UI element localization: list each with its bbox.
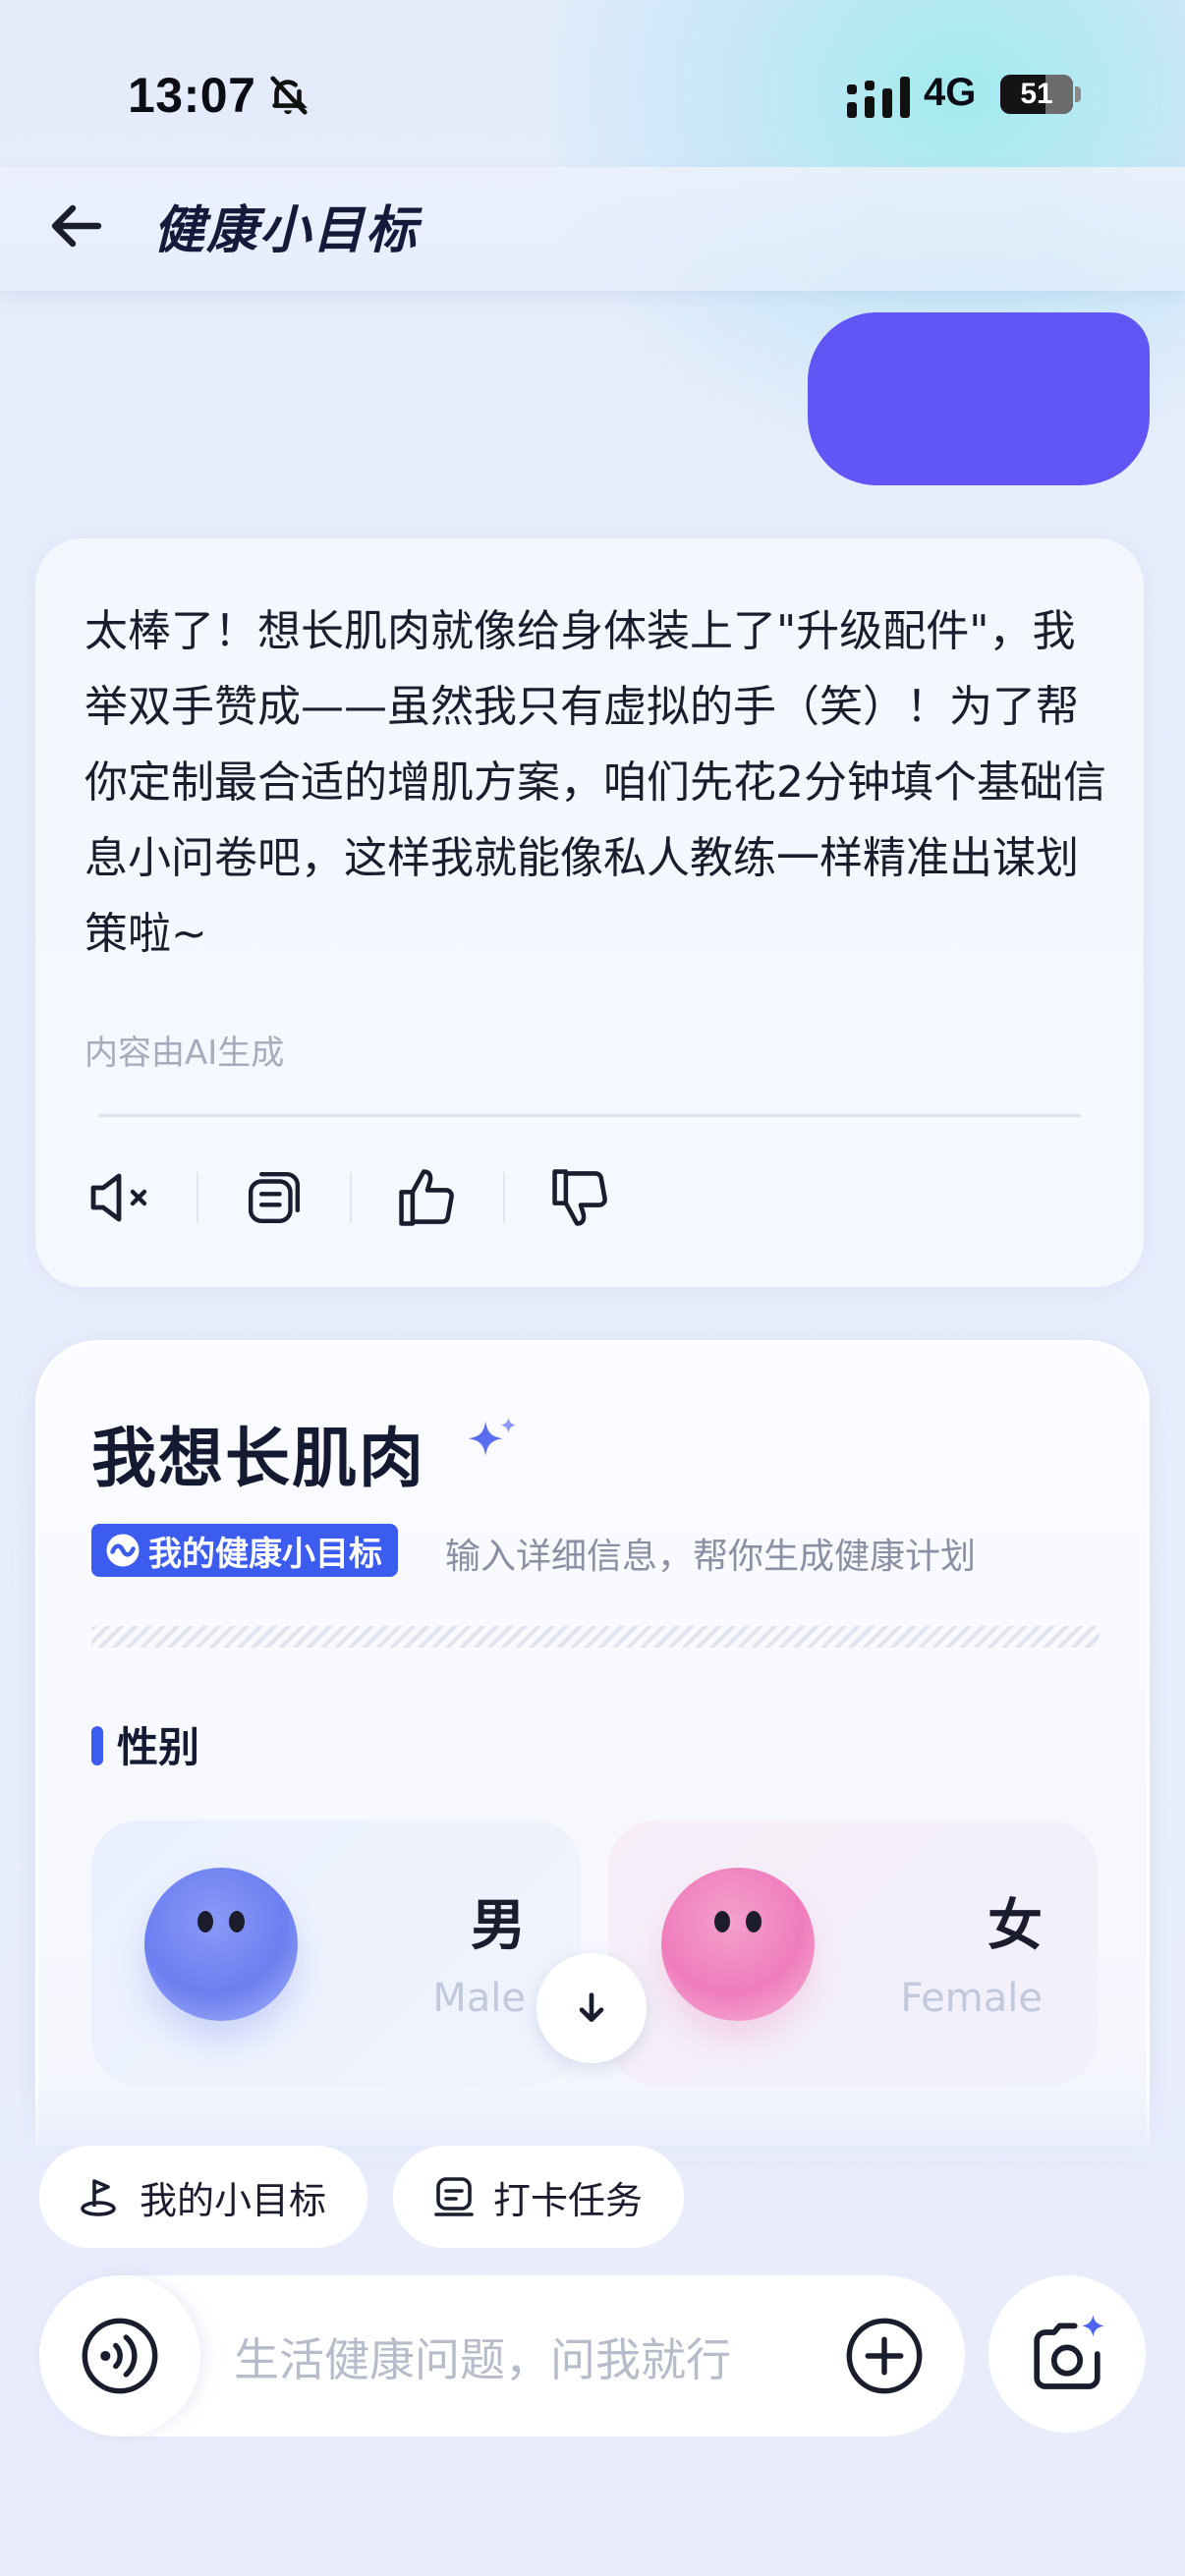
copy-button[interactable] — [238, 1161, 310, 1234]
sparkle-icon — [468, 1417, 517, 1456]
dislike-button[interactable] — [544, 1161, 617, 1234]
ai-generated-note: 内容由AI生成 — [85, 1034, 285, 1073]
gender-label-cn: 女 — [988, 1894, 1043, 1958]
section-label-gender: 性别 — [117, 1723, 200, 1771]
separator — [197, 1172, 198, 1223]
mute-button[interactable] — [85, 1161, 157, 1234]
female-avatar — [661, 1868, 815, 2021]
app-logo-icon — [106, 1534, 140, 1567]
back-arrow-icon[interactable] — [45, 195, 108, 257]
separator — [503, 1172, 505, 1223]
chat-input-bar: 生活健康问题，问我就行 — [39, 2275, 965, 2436]
chip-my-goals[interactable]: 我的小目标 — [39, 2146, 368, 2248]
ai-message-card: 太棒了！想长肌肉就像给身体装上了"升级配件"，我举双手赞成——虽然我只有虚拟的手… — [35, 538, 1144, 1287]
task-list-icon — [434, 2177, 474, 2216]
signal-icon — [847, 77, 910, 118]
page-title: 健康小目标 — [153, 201, 420, 260]
quick-chips: 我的小目标 打卡任务 — [39, 2146, 685, 2248]
user-message-bubble — [808, 312, 1150, 485]
section-marker — [91, 1726, 103, 1765]
camera-icon — [1034, 2315, 1104, 2389]
gender-option-male[interactable]: 男 Male — [91, 1820, 581, 2086]
bell-muted-icon — [270, 76, 308, 115]
form-subtitle: 输入详细信息，帮你生成健康计划 — [445, 1537, 977, 1577]
like-button[interactable] — [391, 1161, 464, 1234]
divider — [98, 1114, 1081, 1117]
chat-input-field[interactable]: 生活健康问题，问我就行 — [234, 2324, 731, 2389]
gender-label-en: Male — [432, 1976, 526, 2021]
voice-icon — [82, 2318, 158, 2394]
target-flag-icon — [81, 2179, 116, 2216]
status-time: 13:07 — [128, 68, 256, 123]
network-type: 4G — [924, 71, 977, 114]
voice-input-button[interactable] — [39, 2275, 200, 2436]
thumbs-down-icon — [552, 1169, 607, 1226]
arrow-down-icon — [579, 1992, 604, 2022]
form-title: 我想长肌肉 — [91, 1421, 425, 1496]
chip-label: 打卡任务 — [493, 2178, 644, 2222]
goal-tag-badge: 我的健康小目标 — [91, 1524, 398, 1577]
scroll-down-button[interactable] — [536, 1953, 647, 2063]
add-icon[interactable] — [843, 2315, 926, 2397]
goal-tag-label: 我的健康小目标 — [148, 1534, 382, 1574]
copy-icon — [248, 1171, 301, 1224]
camera-button[interactable] — [988, 2275, 1146, 2433]
chip-label: 我的小目标 — [140, 2178, 327, 2222]
thumbs-up-icon — [399, 1169, 454, 1226]
battery-icon: 51 — [1000, 75, 1073, 114]
top-nav: 健康小目标 — [0, 167, 1185, 291]
gender-label-en: Female — [900, 1976, 1043, 2021]
hatched-divider — [91, 1626, 1100, 1648]
battery-tip — [1075, 86, 1081, 102]
message-actions — [85, 1153, 617, 1242]
battery-level: 51 — [1020, 78, 1053, 110]
gender-option-female[interactable]: 女 Female — [608, 1820, 1098, 2086]
status-bar: 13:07 4G 51 — [0, 0, 1185, 187]
male-avatar — [144, 1868, 298, 2021]
chip-checkin-tasks[interactable]: 打卡任务 — [393, 2146, 685, 2248]
gender-label-cn: 男 — [471, 1894, 526, 1958]
separator — [350, 1172, 352, 1223]
ai-message-text: 太棒了！想长肌肉就像给身体装上了"升级配件"，我举双手赞成——虽然我只有虚拟的手… — [85, 606, 1106, 959]
speaker-muted-icon — [90, 1173, 147, 1222]
